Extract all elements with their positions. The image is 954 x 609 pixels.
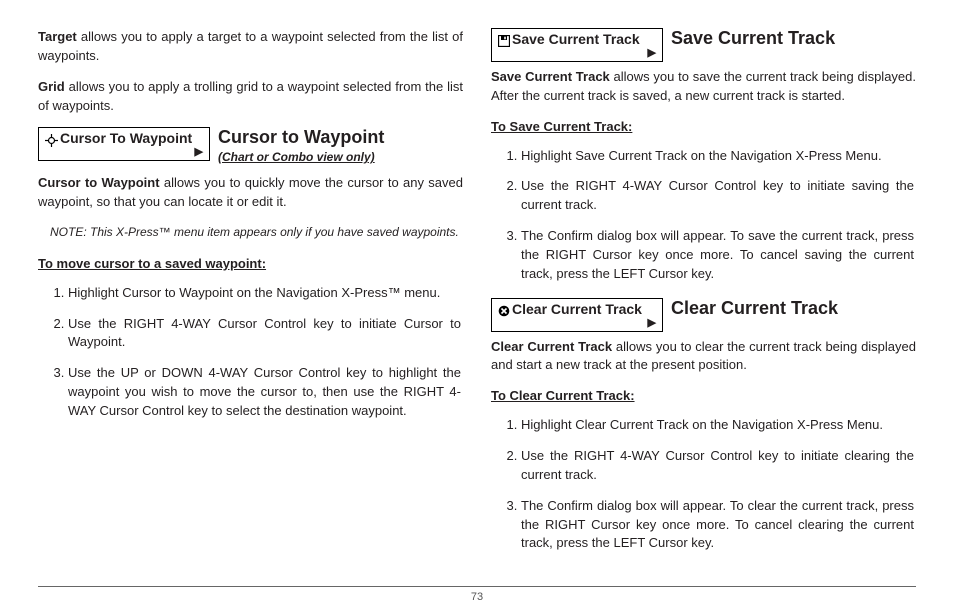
grid-term: Grid [38, 79, 65, 94]
list-item: The Confirm dialog box will appear. To c… [521, 497, 916, 554]
list-item: The Confirm dialog box will appear. To s… [521, 227, 916, 284]
save-disk-icon [498, 32, 510, 48]
save-menu-box: Save Current Track ▶ [491, 28, 663, 62]
grid-paragraph: Grid allows you to apply a trolling grid… [38, 78, 463, 116]
note-text: This X-Press™ menu item appears only if … [87, 225, 459, 239]
save-steps-heading: To Save Current Track: [491, 118, 916, 137]
clear-description: Clear Current Track allows you to clear … [491, 338, 916, 376]
cursor-note: NOTE: This X-Press™ menu item appears on… [50, 224, 463, 241]
clear-steps-list: Highlight Clear Current Track on the Nav… [491, 416, 916, 553]
target-term: Target [38, 29, 77, 44]
cursor-menu-label: Cursor To Waypoint [60, 130, 192, 146]
note-label: NOTE: [50, 225, 87, 239]
target-paragraph: Target allows you to apply a target to a… [38, 28, 463, 66]
cursor-to-waypoint-section: Cursor To Waypoint ▶ Cursor to Waypoint … [38, 127, 463, 420]
list-item: Use the RIGHT 4-WAY Cursor Control key t… [521, 177, 916, 215]
clear-desc-term: Clear Current Track [491, 339, 612, 354]
save-steps-list: Highlight Save Current Track on the Navi… [491, 147, 916, 284]
cursor-steps-list: Highlight Cursor to Waypoint on the Navi… [38, 284, 463, 421]
footer-rule [38, 586, 916, 587]
cursor-reticle-icon [45, 132, 58, 148]
right-arrow-icon: ▶ [195, 147, 203, 158]
save-menu-header: Save Current Track ▶ Save Current Track [491, 28, 916, 64]
clear-menu-label: Clear Current Track [512, 301, 642, 317]
save-description: Save Current Track allows you to save th… [491, 68, 916, 106]
cursor-description: Cursor to Waypoint allows you to quickly… [38, 174, 463, 212]
clear-menu-box: Clear Current Track ▶ [491, 298, 663, 332]
grid-text: allows you to apply a trolling grid to a… [38, 79, 463, 113]
cursor-desc-term: Cursor to Waypoint [38, 175, 160, 190]
list-item: Highlight Cursor to Waypoint on the Navi… [68, 284, 463, 303]
clear-x-icon [498, 302, 510, 318]
save-menu-label: Save Current Track [512, 31, 640, 47]
page-number: 73 [0, 591, 954, 603]
clear-steps-heading: To Clear Current Track: [491, 387, 916, 406]
cursor-steps-heading: To move cursor to a saved waypoint: [38, 255, 463, 274]
list-item: Highlight Save Current Track on the Navi… [521, 147, 916, 166]
list-item: Highlight Clear Current Track on the Nav… [521, 416, 916, 435]
clear-menu-header: Clear Current Track ▶ Clear Current Trac… [491, 298, 916, 334]
target-text: allows you to apply a target to a waypoi… [38, 29, 463, 63]
cursor-menu-header: Cursor To Waypoint ▶ Cursor to Waypoint … [38, 127, 463, 170]
manual-page: Target allows you to apply a target to a… [0, 0, 954, 609]
list-item: Use the UP or DOWN 4-WAY Cursor Control … [68, 364, 463, 421]
cursor-menu-box: Cursor To Waypoint ▶ [38, 127, 210, 161]
text-columns: Target allows you to apply a target to a… [38, 28, 916, 553]
list-item: Use the RIGHT 4-WAY Cursor Control key t… [521, 447, 916, 485]
save-desc-term: Save Current Track [491, 69, 610, 84]
clear-track-section: Clear Current Track ▶ Clear Current Trac… [491, 298, 916, 554]
list-item: Use the RIGHT 4-WAY Cursor Control key t… [68, 315, 463, 353]
right-arrow-icon: ▶ [648, 48, 656, 59]
save-track-section: Save Current Track ▶ Save Current Track … [491, 28, 916, 284]
right-arrow-icon: ▶ [648, 318, 656, 329]
